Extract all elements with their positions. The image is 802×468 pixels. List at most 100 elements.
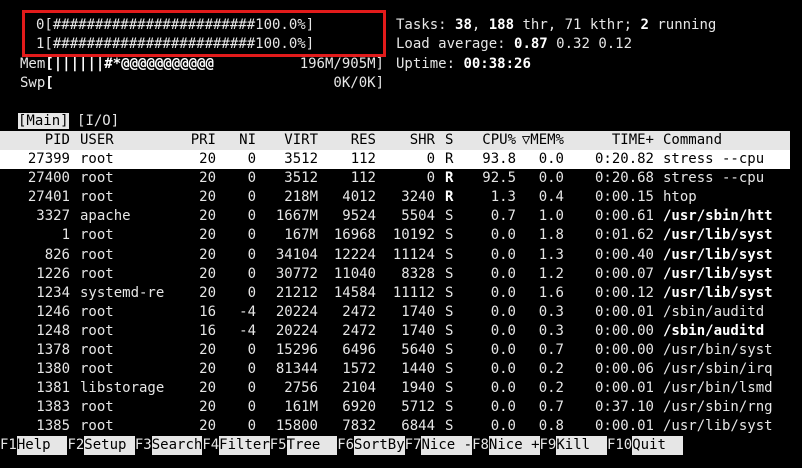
fkey-f3[interactable]: F3	[134, 436, 152, 455]
table-row[interactable]: 1383 root 20 0 161M 6920 5712 S 0.0 0.7 0:37.10/us…	[0, 398, 790, 417]
cell-s: S	[445, 246, 454, 263]
fkey-f6[interactable]: F6	[337, 436, 355, 455]
cell-mem: 0.3	[538, 303, 564, 320]
fkey-f9[interactable]: F9	[539, 436, 557, 455]
tab-io[interactable]: [I/O]	[77, 113, 119, 129]
cell-cmd: stress --cpu	[663, 151, 765, 167]
table-row[interactable]: 1234 systemd-re 20 0 21212 14584 11112 S 0.0 1.6 0…	[0, 284, 790, 303]
fkey-f10[interactable]: F10	[606, 436, 633, 455]
fkey-label-f2[interactable]: Setup	[84, 436, 135, 455]
table-row[interactable]: 1385 root 20 0 15800 7832 6844 S 0.0 0.8 0:00.01/u…	[0, 417, 790, 436]
cell-time: 0:00.12	[594, 284, 654, 301]
col-state[interactable]: S	[445, 131, 459, 150]
cell-cpu: 0.0	[490, 342, 516, 358]
htop-terminal[interactable]: 0[########################100.0%] 1[####…	[0, 0, 802, 468]
cell-pid: 1246	[36, 303, 70, 320]
col-mem[interactable]: ▽MEM%	[514, 131, 564, 150]
cell-pri: 20	[199, 265, 216, 282]
fkey-label-f3[interactable]: Search	[151, 436, 203, 455]
load-label: Load average:	[396, 36, 515, 52]
table-row[interactable]: 1378 root 20 0 15296 6496 5640 S 0.0 0.7 0:00.00/u…	[0, 341, 790, 360]
cell-cmd: stress --cpu	[663, 170, 765, 187]
fkey-label-f7[interactable]: Nice -	[421, 436, 473, 455]
fkey-label-f8[interactable]: Nice +	[488, 436, 540, 455]
cell-pri: 20	[199, 246, 216, 263]
tab-main[interactable]: [Main]	[18, 113, 69, 129]
col-pid[interactable]: PID	[8, 131, 70, 150]
table-row-selected[interactable]: 27399 root 20 0 3512 112 0 R 93.8 0.0 0:20.82 stres…	[0, 150, 790, 169]
cell-user: root	[80, 189, 114, 206]
col-shr[interactable]: SHR	[380, 131, 435, 150]
col-res[interactable]: RES	[322, 131, 376, 150]
cell-cmd: /usr/lib/syst	[663, 246, 773, 263]
fkey-f7[interactable]: F7	[404, 436, 422, 455]
cell-pid: 1380	[36, 361, 70, 378]
column-header-row: PID USER PRI NI VIRT RES SHR S CPU% ▽MEM…	[0, 131, 790, 150]
tasks-sep: ,	[471, 17, 489, 33]
fkey-label-f9[interactable]: Kill	[556, 436, 607, 455]
fkey-f2[interactable]: F2	[67, 436, 85, 455]
cell-s: S	[445, 303, 454, 320]
fkey-label-f6[interactable]: SortBy	[354, 436, 405, 455]
fkey-f1[interactable]: F1	[0, 436, 17, 455]
cell-shr: 0	[426, 151, 435, 167]
fkey-f5[interactable]: F5	[269, 436, 287, 455]
table-row[interactable]: 1 root 20 0 167M 16968 10192 S 0.0 1.8 0:01.62/usr…	[0, 226, 790, 245]
col-cpu[interactable]: CPU%	[462, 131, 516, 150]
cell-cpu: 0.0	[490, 265, 516, 282]
fkey-f4[interactable]: F4	[202, 436, 220, 455]
cell-pid: 1234	[36, 284, 70, 301]
fkey-label-f10[interactable]: Quit	[632, 436, 683, 455]
cell-shr: 11124	[392, 246, 435, 263]
col-virt[interactable]: VIRT	[262, 131, 318, 150]
cell-pri: 20	[199, 380, 216, 397]
table-row[interactable]: 1380 root 20 0 81344 1572 1440 S 0.0 0.2 0:00.06/u…	[0, 360, 790, 379]
cell-s: R	[445, 170, 454, 187]
col-time[interactable]: TIME+	[580, 131, 654, 150]
cell-time: 0:00.00	[594, 342, 654, 358]
col-command[interactable]: Command	[663, 131, 790, 150]
cell-cpu: 1.3	[490, 189, 516, 206]
cell-cpu: 0.0	[490, 361, 516, 378]
cell-cpu: 0.0	[490, 246, 516, 263]
cell-user: root	[80, 303, 114, 320]
table-row[interactable]: 3327 apache 20 0 1667M 9524 5504 S 0.7 1.0 0:00.61…	[0, 207, 790, 226]
table-row[interactable]: 1381 libstorage 20 0 2756 2104 1940 S 0.0 0.2 0:00…	[0, 379, 790, 398]
col-pri[interactable]: PRI	[180, 131, 216, 150]
cell-virt: 1667M	[275, 208, 318, 225]
cell-cmd: /usr/bin/lsmd	[663, 380, 773, 397]
col-user[interactable]: USER	[80, 131, 176, 150]
cell-res: 2472	[342, 303, 376, 320]
table-row[interactable]: 1226 root 20 0 30772 11040 8328 S 0.0 1.2 0:00.07 /…	[0, 265, 790, 284]
running-count: 2	[640, 17, 649, 33]
cell-time: 0:00.06	[594, 361, 654, 378]
uptime: Uptime: 00:38:26	[396, 55, 531, 74]
table-row[interactable]: 27400 root 20 0 3512 112 0 R 92.5 0.0 0:20.68 stres…	[0, 169, 790, 188]
cell-time: 0:01.62	[594, 227, 654, 244]
cell-shr: 5712	[401, 399, 435, 416]
function-key-bar: F1Help F2Setup F3SearchF4FilterF5Tree F6…	[0, 436, 802, 455]
fkey-f8[interactable]: F8	[472, 436, 489, 455]
cell-time: 0:00.01	[594, 380, 654, 397]
table-row[interactable]: 826 root 20 0 34104 12224 11124 S 0.0 1.3 0:00.40 /…	[0, 246, 790, 265]
cell-virt: 21212	[275, 284, 318, 301]
fkey-label-f5[interactable]: Tree	[286, 436, 338, 455]
fkey-label-f1[interactable]: Help	[16, 436, 68, 455]
col-ni[interactable]: NI	[226, 131, 256, 150]
cell-mem: 1.6	[538, 284, 564, 301]
cell-s: S	[445, 418, 454, 435]
table-row[interactable]: 27401 root 20 0 218M 4012 3240 R 1.3 0.4 0:00.15 ht…	[0, 188, 790, 207]
table-row[interactable]: 1248 root 16 -4 20224 2472 1740 S 0.0 0.3 0:00.00 /…	[0, 322, 790, 341]
cell-cpu: 92.5	[482, 170, 516, 187]
cell-pid: 1378	[36, 342, 70, 358]
fkey-label-f4[interactable]: Filter	[219, 436, 270, 455]
cell-cpu: 0.0	[490, 399, 516, 416]
cell-pri: 20	[199, 342, 216, 358]
cell-shr: 3240	[401, 189, 435, 206]
cell-user: root	[80, 342, 114, 358]
cell-res: 11040	[333, 265, 376, 282]
cell-mem: 1.3	[538, 246, 564, 263]
cell-ni: 0	[247, 246, 256, 263]
tasks-summary: Tasks: 38, 188 thr, 71 kthr; 2 running	[396, 16, 716, 35]
table-row[interactable]: 1246 root 16 -4 20224 2472 1740 S 0.0 0.3 0:00.01 /…	[0, 303, 790, 322]
